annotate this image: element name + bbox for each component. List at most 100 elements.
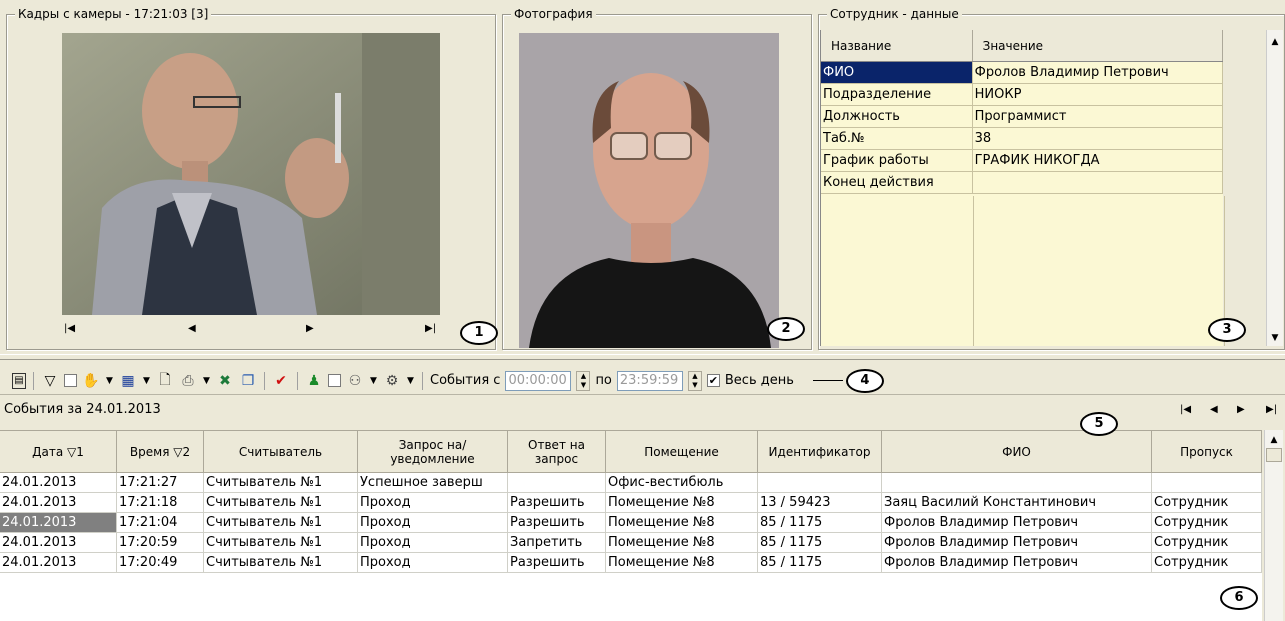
callout-pointer [812,380,843,381]
employee-data-row[interactable]: Должность Программист [821,106,1223,128]
event-pass-cell: Сотрудник [1152,513,1262,532]
event-response-cell: Запретить [508,533,606,552]
employee-data-row[interactable]: Конец действия [821,172,1223,194]
checkmark-icon[interactable]: ✔ [272,372,290,390]
settings-icon[interactable]: ⚙ [383,372,401,390]
event-request-cell: Проход [358,493,508,512]
column-header-pass[interactable]: Пропуск [1152,431,1262,472]
events-title: События за 24.01.2013 [4,402,161,417]
event-date-cell: 24.01.2013 [0,513,117,532]
group-icon[interactable]: ⚇ [346,372,364,390]
event-row[interactable]: 24.01.2013 17:21:04 Считыватель №1 Прохо… [0,513,1262,533]
all-day-label: Весь день [724,373,794,388]
scroll-down-icon[interactable]: ▼ [1267,330,1283,346]
column-header-reader[interactable]: Считыватель [204,431,358,472]
employee-data-row[interactable]: Таб.№ 38 [821,128,1223,150]
employee-data-key: График работы [821,150,973,171]
event-pass-cell [1152,473,1262,492]
chevron-down-icon[interactable]: ▼ [369,372,378,390]
time-to-spinner[interactable]: ▲ ▼ [687,370,702,391]
event-pass-cell: Сотрудник [1152,493,1262,512]
events-last-button[interactable]: ▶| [1266,404,1277,415]
toolbar-separator [33,371,34,390]
column-header-date[interactable]: Дата ▽1 [0,431,117,472]
callout-5: 5 [1080,412,1118,436]
employee-data-legend: Сотрудник - данные [827,7,962,21]
camera-frame-image [62,33,440,315]
camera-first-frame-button[interactable]: |◀ [64,323,75,334]
event-identifier-cell [758,473,882,492]
employee-data-scrollbar[interactable]: ▲ ▼ [1266,30,1283,346]
employee-data-column-divider [973,196,974,346]
print-icon[interactable]: ⎙ [179,372,197,390]
chevron-down-icon[interactable]: ▼ [105,372,114,390]
panel-splitter[interactable] [0,354,1285,360]
employee-data-row[interactable]: ФИО Фролов Владимир Петрович [821,62,1223,84]
camera-next-frame-button[interactable]: ▶ [306,323,314,334]
event-request-cell: Проход [358,533,508,552]
camera-frames-legend: Кадры с камеры - 17:21:03 [3] [15,7,212,21]
event-response-cell: Разрешить [508,553,606,572]
callout-1: 1 [460,321,498,345]
event-time-cell: 17:21:18 [117,493,204,512]
time-to-input[interactable]: 23:59:59 [616,370,683,391]
event-row[interactable]: 24.01.2013 17:20:49 Считыватель №1 Прохо… [0,553,1262,573]
event-row[interactable]: 24.01.2013 17:20:59 Считыватель №1 Прохо… [0,533,1262,553]
calendar-icon[interactable]: ▦ [119,372,137,390]
employee-data-row[interactable]: График работы ГРАФИК НИКОГДА [821,150,1223,172]
column-header-fio[interactable]: ФИО [882,431,1152,472]
person-icon[interactable]: ♟ [305,372,323,390]
chevron-down-icon[interactable]: ▼ [142,372,151,390]
event-fio-cell [882,473,1152,492]
events-first-button[interactable]: |◀ [1180,404,1191,415]
employee-data-row[interactable]: Подразделение НИОКР [821,84,1223,106]
event-identifier-cell: 85 / 1175 [758,533,882,552]
column-header-response[interactable]: Ответ на запрос [508,431,606,472]
chevron-down-icon[interactable]: ▼ [406,372,415,390]
person-filter-checkbox[interactable] [328,374,341,387]
event-fio-cell: Фролов Владимир Петрович [882,513,1152,532]
scroll-thumb[interactable] [1266,448,1282,462]
new-document-icon[interactable]: 🗋 [156,372,174,390]
events-next-button[interactable]: ▶ [1237,404,1245,415]
event-row[interactable]: 24.01.2013 17:21:27 Считыватель №1 Успеш… [0,473,1262,493]
event-row[interactable]: 24.01.2013 17:21:18 Считыватель №1 Прохо… [0,493,1262,513]
chevron-down-icon[interactable]: ▼ [202,372,211,390]
excel-export-icon[interactable]: ✖ [216,372,234,390]
all-day-checkbox[interactable]: ✔ [706,374,720,387]
event-time-cell: 17:21:04 [117,513,204,532]
column-header-time[interactable]: Время ▽2 [117,431,204,472]
column-header-value[interactable]: Значение [973,30,1223,61]
camera-prev-frame-button[interactable]: ◀ [188,323,196,334]
scroll-up-icon[interactable]: ▲ [1267,34,1283,50]
event-date-cell: 24.01.2013 [0,493,117,512]
event-request-cell: Проход [358,553,508,572]
event-response-cell [508,473,606,492]
event-time-cell: 17:20:59 [117,533,204,552]
column-header-room[interactable]: Помещение [606,431,758,472]
employee-data-header: Название Значение [821,30,1223,62]
time-from-input[interactable]: 00:00:00 [505,370,572,391]
employee-data-key: Конец действия [821,172,973,193]
callout-3: 3 [1208,318,1246,342]
column-header-identifier[interactable]: Идентификатор [758,431,882,472]
event-date-cell: 24.01.2013 [0,533,117,552]
report-icon[interactable]: ▤ [12,372,26,389]
column-header-request[interactable]: Запрос на/уведомление [358,431,508,472]
event-request-cell: Проход [358,513,508,532]
filter-icon[interactable]: ▽ [41,372,59,390]
event-room-cell: Помещение №8 [606,533,758,552]
event-identifier-cell: 85 / 1175 [758,553,882,572]
toolbar-separator [264,371,265,390]
column-header-name[interactable]: Название [821,30,973,61]
events-grid-scrollbar[interactable]: ▲ [1264,430,1283,621]
scroll-up-icon[interactable]: ▲ [1265,432,1283,448]
users-filter-icon[interactable]: ✋ [82,372,100,390]
employee-data-grid: Название Значение ФИО Фролов Владимир Пе… [820,30,1225,346]
events-prev-button[interactable]: ◀ [1210,404,1218,415]
copy-icon[interactable]: ❐ [239,372,257,390]
event-room-cell: Помещение №8 [606,513,758,532]
camera-last-frame-button[interactable]: ▶| [425,323,436,334]
filter-checkbox[interactable] [64,374,77,387]
time-from-spinner[interactable]: ▲ ▼ [576,370,591,391]
